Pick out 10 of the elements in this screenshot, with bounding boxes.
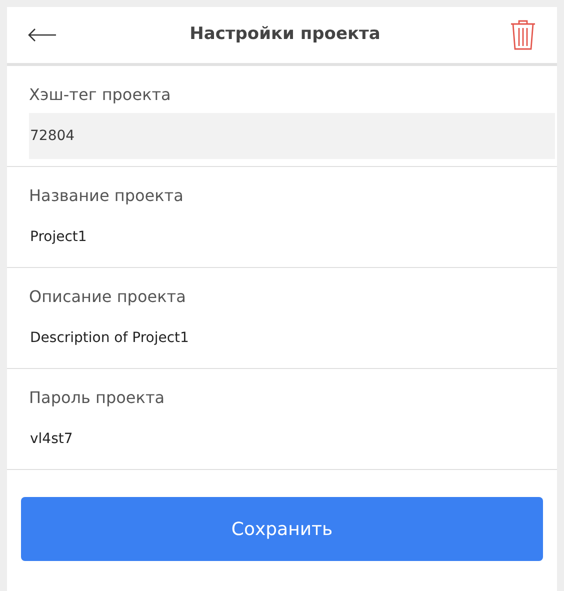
- field-label: Хэш-тег проекта: [29, 84, 172, 106]
- delete-button[interactable]: [509, 18, 537, 52]
- field-label: Пароль проекта: [29, 387, 166, 409]
- text-field[interactable]: 72804: [29, 113, 555, 159]
- back-arrow-icon: [27, 28, 57, 42]
- field-label: Описание проекта: [29, 286, 187, 308]
- save-button[interactable]: Сохранить: [21, 497, 543, 561]
- trash-icon: [510, 19, 536, 51]
- field-label: Название проекта: [29, 185, 184, 207]
- page-title: Настройки проекта: [190, 23, 380, 46]
